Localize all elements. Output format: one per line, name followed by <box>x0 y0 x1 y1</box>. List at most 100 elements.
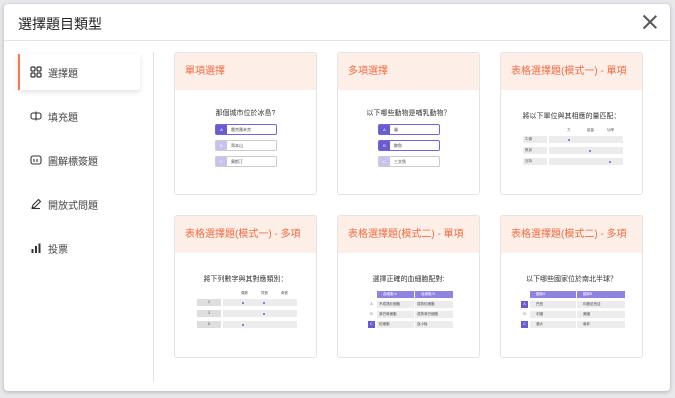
option-text: 哥本山 <box>231 143 243 148</box>
grid-col-header: 質數 <box>261 291 268 295</box>
sidebar-item-label: 投票 <box>48 244 68 256</box>
radio-dot <box>609 160 611 163</box>
grid-row-cells <box>549 158 623 165</box>
modal-header: 選擇題目類型 <box>4 4 670 41</box>
grid-squares-icon <box>30 66 42 78</box>
grid-row: 2 <box>197 299 297 306</box>
sidebar-item-open-ended[interactable]: 開放式問題 <box>18 186 140 222</box>
grid-row-label: 2 <box>197 299 221 306</box>
option-letter: B <box>379 141 390 150</box>
modal-title: 選擇題目類型 <box>18 16 102 32</box>
option-letter: B <box>216 141 227 150</box>
match-cell: 澳大 <box>530 321 576 328</box>
preview-option: B 哥本山 <box>215 140 277 151</box>
card-preview: 那個城市位於冰島? A 雷克雅未克 B 哥本山 C 奧斯汀 <box>175 90 316 194</box>
preview-option: A 雷克雅未克 <box>215 124 277 135</box>
grid-row-label: 3 <box>197 310 221 317</box>
card-table-mode1-multi[interactable]: 表格選擇題(模式一) - 多項 將下列數字與其對應類別： 偶數 質數 奇數 2 … <box>174 215 317 358</box>
grid-row-cells <box>223 321 297 328</box>
sidebar-item-multiple-choice[interactable]: 選擇題 <box>18 54 140 90</box>
grid-row-cells <box>549 136 623 143</box>
match-cell: 中國 <box>530 311 576 318</box>
match-letter: A <box>521 301 528 308</box>
sidebar-item-fill-in[interactable]: 填充題 <box>18 98 140 134</box>
pencil-icon <box>30 198 42 210</box>
check-dot <box>263 301 265 304</box>
grid-col-header: 力 <box>567 128 571 132</box>
match-cell: 紅細胞 <box>377 321 414 328</box>
close-icon[interactable] <box>640 12 660 32</box>
sidebar-item-label: 選擇題 <box>48 68 78 80</box>
grid-row: 瓦特 <box>523 158 623 165</box>
grid-row-label: 牛頓 <box>523 136 547 143</box>
match-letter: B <box>523 312 526 316</box>
grid-row: 3 <box>197 310 297 317</box>
preview-match-table: 國家A 國家B A 巴西 印度尼西亞 B 中國 美國 C 澳大 南非 <box>521 291 626 341</box>
match-header: 國家A <box>530 291 576 298</box>
sidebar-item-image-label[interactable]: 圖解標簽題 <box>18 142 140 178</box>
divider <box>153 52 154 382</box>
card-single-choice[interactable]: 單項選擇 那個城市位於冰島? A 雷克雅未克 B 哥本山 C 奧斯汀 <box>174 52 317 195</box>
sidebar-item-label: 填充題 <box>48 112 78 124</box>
grid-row-cells <box>223 310 297 317</box>
card-preview: 將下列數字與其對應類別： 偶數 質數 奇數 2 3 8 <box>175 253 316 357</box>
preview-question: 那個城市位於冰島? <box>215 110 276 117</box>
preview-question: 將下列數字與其對應類別： <box>203 276 288 283</box>
option-letter: C <box>216 157 227 166</box>
match-header: 血細胞 A <box>377 291 414 298</box>
bar-chart-icon <box>30 242 42 254</box>
question-type-modal: 選擇題目類型 選擇題 填充題 圖解標簽題 開放式問題 投票 單項選擇 那個城市位… <box>4 4 670 391</box>
preview-match-table: 血細胞 A 血細胞 B A 不成熟紅細胞 成熟紅細胞 B 淋巴母細胞 成熟淋巴細… <box>368 291 454 341</box>
card-title: 表格選擇題(模式二) - 多項 <box>501 216 642 253</box>
card-table-mode1-single[interactable]: 表格選擇題(模式一) - 單項 將以下單位與其相應的量匹配： 力 能量 功率 牛… <box>500 52 643 195</box>
match-cell: 成熟紅細胞 <box>415 301 453 308</box>
radio-dot <box>568 138 570 141</box>
grid-row: 焦耳 <box>523 147 623 154</box>
card-title: 多項選擇 <box>338 53 479 90</box>
preview-question: 將以下單位與其相應的量匹配： <box>522 113 621 120</box>
sidebar-item-label: 圖解標簽題 <box>48 156 98 168</box>
grid-row-label: 瓦特 <box>523 158 547 165</box>
card-title: 單項選擇 <box>175 53 316 90</box>
match-cell: 淋巴母細胞 <box>377 311 414 318</box>
check-dot <box>263 312 265 315</box>
sidebar-item-label: 開放式問題 <box>48 200 98 212</box>
card-multiple-choice[interactable]: 多項選擇 以下哪些動物是哺乳動物？ A 貓 B 鯨魚 C 三文魚 <box>337 52 480 195</box>
grid-row: 牛頓 <box>523 136 623 143</box>
preview-question: 以下哪些動物是哺乳動物？ <box>366 110 451 117</box>
check-dot <box>242 323 244 326</box>
match-cell: 成熟淋巴細胞 <box>415 311 453 318</box>
preview-grid: 偶數 質數 奇數 2 3 8 <box>197 291 297 331</box>
match-cell: 南非 <box>577 321 625 328</box>
match-letter: B <box>370 312 373 316</box>
card-table-mode2-single[interactable]: 表格選擇題(模式二) - 單項 選擇正確的血細胞配對: 血細胞 A 血細胞 B … <box>337 215 480 358</box>
option-text: 三文魚 <box>394 159 406 164</box>
option-text: 鯨魚 <box>394 143 402 148</box>
preview-option: C 奧斯汀 <box>215 156 277 167</box>
option-text: 雷克雅未克 <box>231 127 251 132</box>
grid-row-label: 焦耳 <box>523 147 547 154</box>
card-preview: 將以下單位與其相應的量匹配： 力 能量 功率 牛頓 焦耳 瓦特 <box>501 90 642 194</box>
card-table-mode2-multi[interactable]: 表格選擇題(模式二) - 多項 以下哪些國家位於南北半球？ 國家A 國家B A … <box>500 215 643 358</box>
card-title: 表格選擇題(模式一) - 多項 <box>175 216 316 253</box>
sidebar-item-poll[interactable]: 投票 <box>18 230 140 266</box>
card-preview: 以下哪些動物是哺乳動物？ A 貓 B 鯨魚 C 三文魚 <box>338 90 479 194</box>
match-cell: 血小板 <box>415 321 453 328</box>
option-letter: A <box>379 125 390 134</box>
option-text: 奧斯汀 <box>231 159 243 164</box>
match-cell: 印度尼西亞 <box>577 301 625 308</box>
match-header: 國家B <box>577 291 625 298</box>
preview-option: C 三文魚 <box>378 156 440 167</box>
preview-question: 選擇正確的血細胞配對: <box>372 276 445 283</box>
option-letter: C <box>379 157 390 166</box>
option-text: 貓 <box>394 127 398 132</box>
match-cell: 巴西 <box>530 301 576 308</box>
card-preview: 選擇正確的血細胞配對: 血細胞 A 血細胞 B A 不成熟紅細胞 成熟紅細胞 B… <box>338 253 479 357</box>
match-cell: 不成熟紅細胞 <box>377 301 414 308</box>
grid-row-label: 8 <box>197 321 221 328</box>
match-cell: 美國 <box>577 311 625 318</box>
grid-col-header: 功率 <box>607 128 614 132</box>
card-title: 表格選擇題(模式一) - 單項 <box>501 53 642 90</box>
preview-question: 以下哪些國家位於南北半球？ <box>526 276 617 283</box>
match-letter: C <box>368 321 375 328</box>
